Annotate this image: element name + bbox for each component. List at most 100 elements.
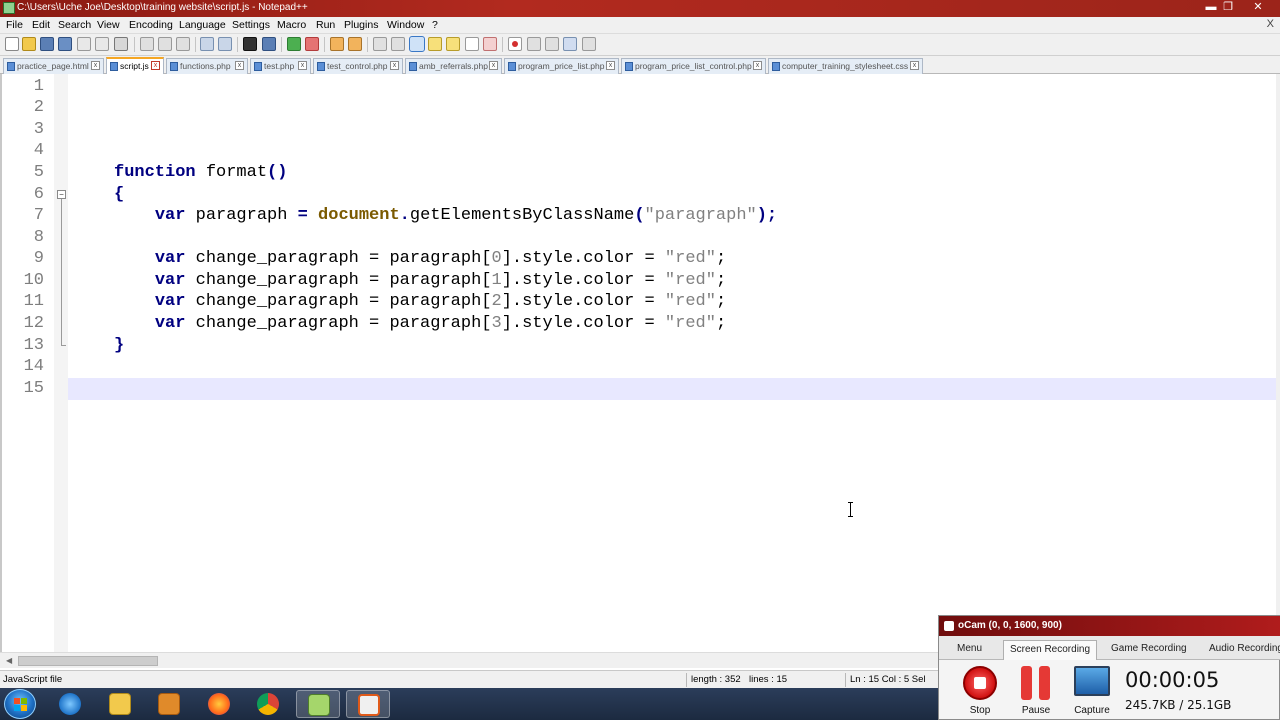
- paste-icon[interactable]: [176, 37, 190, 51]
- replace-icon[interactable]: [262, 37, 276, 51]
- scrollbar-thumb[interactable]: [18, 656, 158, 666]
- ocam-tab-game-recording[interactable]: Game Recording: [1105, 640, 1193, 660]
- user-defined-lang-icon[interactable]: [428, 37, 442, 51]
- menu-macro[interactable]: Macro: [277, 19, 306, 31]
- doc-length: length : 352: [691, 674, 741, 685]
- tab-program-price-list-php[interactable]: program_price_list.php x: [504, 58, 619, 74]
- code-line: 15: [2, 378, 1280, 400]
- file-icon: [170, 62, 178, 71]
- save-icon[interactable]: [40, 37, 54, 51]
- tab-program-price-list-control-php[interactable]: program_price_list_control.php x: [621, 58, 766, 74]
- new-file-icon[interactable]: [5, 37, 19, 51]
- ocam-tab-audio-recording[interactable]: Audio Recording: [1203, 640, 1280, 660]
- cut-icon[interactable]: [140, 37, 154, 51]
- code-text: var change_paragraph = paragraph[1].styl…: [154, 271, 727, 290]
- code-text: {: [114, 185, 125, 204]
- ocam-tab-screen-recording[interactable]: Screen Recording: [1003, 640, 1098, 660]
- record-macro-icon[interactable]: [508, 37, 522, 51]
- menu-window[interactable]: Window: [387, 19, 424, 31]
- print-icon[interactable]: [114, 37, 128, 51]
- stop-macro-icon[interactable]: [527, 37, 541, 51]
- zoom-out-icon[interactable]: [305, 37, 319, 51]
- run-macro-multiple-icon[interactable]: [563, 37, 577, 51]
- tab-close-icon[interactable]: x: [235, 61, 244, 70]
- menu-language[interactable]: Language: [179, 19, 226, 31]
- tab-close-icon[interactable]: x: [489, 61, 498, 70]
- sync-vertical-icon[interactable]: [330, 37, 344, 51]
- taskbar-chrome[interactable]: [246, 690, 290, 718]
- close-button[interactable]: ✕: [1243, 0, 1273, 16]
- show-all-chars-icon[interactable]: [391, 37, 405, 51]
- folder-as-workspace-icon[interactable]: [483, 37, 497, 51]
- tab-computer-training-stylesheet-css[interactable]: computer_training_stylesheet.css x: [768, 58, 923, 74]
- start-button[interactable]: [4, 689, 36, 719]
- line-number: 6: [33, 185, 44, 204]
- tab-close-icon[interactable]: x: [151, 61, 160, 70]
- tab-close-icon[interactable]: x: [606, 61, 615, 70]
- tab-amb-referrals-php[interactable]: amb_referrals.php x: [405, 58, 502, 74]
- tab-functions-php[interactable]: functions.php x: [166, 58, 248, 74]
- find-icon[interactable]: [243, 37, 257, 51]
- file-icon: [254, 62, 262, 71]
- zoom-in-icon[interactable]: [287, 37, 301, 51]
- tab-close-icon[interactable]: x: [910, 61, 919, 70]
- function-list-icon[interactable]: [465, 37, 479, 51]
- ocam-tab-menu[interactable]: Menu: [951, 640, 988, 660]
- menu-search[interactable]: Search: [58, 19, 91, 31]
- indent-guide-icon[interactable]: [409, 36, 425, 52]
- play-macro-icon[interactable]: [545, 37, 559, 51]
- close-file-icon[interactable]: [77, 37, 91, 51]
- taskbar-notepadpp[interactable]: [296, 690, 340, 718]
- copy-icon[interactable]: [158, 37, 172, 51]
- code-line: 11 var change_paragraph = paragraph[2].s…: [2, 291, 1280, 313]
- save-macro-icon[interactable]: [582, 37, 596, 51]
- ocam-capture-button[interactable]: Capture: [1065, 664, 1119, 716]
- menu-view[interactable]: View: [97, 19, 120, 31]
- tab-close-icon[interactable]: x: [753, 61, 762, 70]
- menu-run[interactable]: Run: [316, 19, 335, 31]
- code-line: 6{: [2, 184, 1280, 206]
- menu-settings[interactable]: Settings: [232, 19, 270, 31]
- word-wrap-icon[interactable]: [373, 37, 387, 51]
- taskbar-ie[interactable]: [48, 690, 92, 718]
- menu-file[interactable]: File: [6, 19, 23, 31]
- taskbar-firefox[interactable]: [197, 690, 241, 718]
- ocam-stop-button[interactable]: Stop: [953, 664, 1007, 716]
- menu-help[interactable]: ?: [432, 19, 438, 31]
- open-file-icon[interactable]: [22, 37, 36, 51]
- ocam-logo-icon: [944, 621, 954, 631]
- tab-close-icon[interactable]: x: [298, 61, 307, 70]
- tab-practice-page[interactable]: practice_page.html x: [3, 58, 104, 74]
- scroll-left-icon[interactable]: ◀: [6, 656, 12, 665]
- undo-icon[interactable]: [200, 37, 214, 51]
- code-editor[interactable]: − 1 2 3 4 5 function format() 6{ 7 var pa…: [0, 74, 1280, 652]
- tab-script-js[interactable]: script.js x: [106, 57, 164, 74]
- sync-horizontal-icon[interactable]: [348, 37, 362, 51]
- taskbar-ocam[interactable]: [346, 690, 390, 718]
- menu-edit[interactable]: Edit: [32, 19, 50, 31]
- close-all-icon[interactable]: [95, 37, 109, 51]
- menu-encoding[interactable]: Encoding: [129, 19, 173, 31]
- tab-close-icon[interactable]: x: [91, 61, 100, 70]
- taskbar-explorer[interactable]: [98, 690, 142, 718]
- vertical-scrollbar[interactable]: [1276, 74, 1280, 652]
- media-player-icon: [158, 693, 180, 715]
- tab-test-php[interactable]: test.php x: [250, 58, 311, 74]
- stop-label: Stop: [969, 705, 991, 716]
- code-text: var change_paragraph = paragraph[3].styl…: [154, 314, 727, 333]
- redo-icon[interactable]: [218, 37, 232, 51]
- tab-close-icon[interactable]: x: [390, 61, 399, 70]
- save-all-icon[interactable]: [58, 37, 72, 51]
- ocam-pause-button[interactable]: Pause: [1009, 664, 1063, 716]
- capture-label: Capture: [1074, 705, 1110, 716]
- status-divider: [686, 673, 687, 687]
- doc-map-icon[interactable]: [446, 37, 460, 51]
- menu-plugins[interactable]: Plugins: [344, 19, 378, 31]
- line-number: 4: [33, 141, 44, 160]
- tab-test-control-php[interactable]: test_control.php x: [313, 58, 403, 74]
- taskbar-media-player[interactable]: [147, 690, 191, 718]
- close-document-icon[interactable]: X: [1267, 18, 1274, 30]
- code-line: 7 var paragraph = document.getElementsBy…: [2, 205, 1280, 227]
- restore-button[interactable]: ❐: [1213, 0, 1243, 16]
- pause-icon: [1021, 666, 1051, 700]
